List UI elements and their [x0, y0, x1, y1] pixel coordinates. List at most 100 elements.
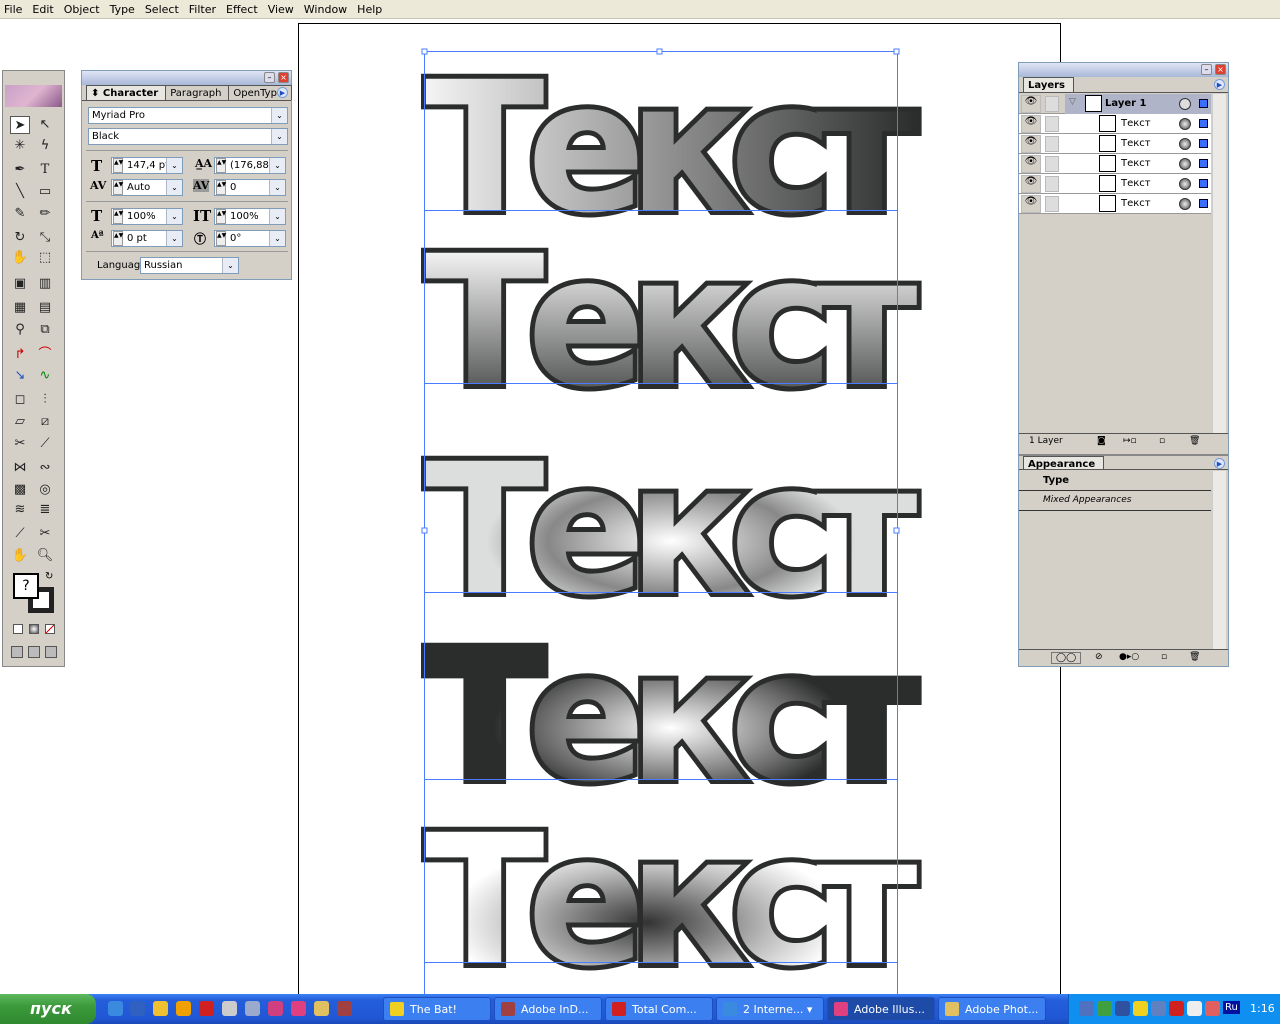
scale-tool[interactable]: ⤡: [35, 229, 55, 247]
sublayer-row[interactable]: 👁︎ Текст: [1019, 134, 1211, 154]
tray-icon[interactable]: [1079, 1001, 1094, 1016]
wrinkle-tool[interactable]: ≋: [10, 501, 30, 519]
lock-toggle[interactable]: [1045, 136, 1059, 152]
task-indesign[interactable]: Adobe InD...: [494, 997, 602, 1021]
visibility-eye-icon[interactable]: 👁︎: [1021, 115, 1041, 133]
selection-color-indicator[interactable]: [1199, 139, 1208, 148]
scissors-tool[interactable]: ✂: [35, 525, 55, 543]
new-sublayer-icon[interactable]: ↦▫: [1123, 436, 1137, 446]
layer-row[interactable]: 👁︎ ▽ Layer 1: [1019, 94, 1211, 114]
shear-tool[interactable]: ▱: [10, 413, 30, 431]
tray-icon[interactable]: [1133, 1001, 1148, 1016]
lasso-tool[interactable]: ϟ: [35, 137, 55, 155]
font-style-select[interactable]: Black ⌄: [88, 128, 288, 145]
language-select[interactable]: Russian ⌄: [140, 257, 239, 274]
line-tool[interactable]: ╲: [10, 183, 30, 201]
lock-toggle[interactable]: [1045, 176, 1059, 192]
knife-tool[interactable]: ⟋: [35, 435, 55, 453]
selection-color-indicator[interactable]: [1199, 179, 1208, 188]
object-name[interactable]: Текст: [1121, 178, 1151, 189]
tab-appearance[interactable]: Appearance: [1023, 456, 1105, 470]
slice-tool[interactable]: ⫶: [35, 391, 55, 409]
delete-layer-icon[interactable]: 🗑︎: [1189, 436, 1200, 446]
tray-icon[interactable]: [1187, 1001, 1202, 1016]
task-internet-explorer[interactable]: 2 Interne... ▾: [716, 997, 824, 1021]
type-tool[interactable]: T: [35, 161, 55, 179]
object-name[interactable]: Текст: [1121, 198, 1151, 209]
selection-color-indicator[interactable]: [1199, 99, 1208, 108]
tab-layers[interactable]: Layers: [1023, 77, 1074, 92]
font-family-select[interactable]: Myriad Pro ⌄: [88, 107, 288, 124]
appearance-mixed[interactable]: Mixed Appearances: [1019, 491, 1211, 511]
tray-icon[interactable]: [1205, 1001, 1220, 1016]
paint-quicklaunch-icon[interactable]: [153, 1001, 168, 1016]
visibility-eye-icon[interactable]: 👁︎: [1021, 175, 1041, 193]
lock-toggle[interactable]: [1045, 96, 1059, 112]
graph-tool[interactable]: ▥: [35, 275, 55, 293]
horizontal-scale-field[interactable]: ▲▼ 100% ⌄: [111, 208, 183, 225]
gradient-mode-button[interactable]: [29, 624, 39, 634]
tray-icon[interactable]: [1097, 1001, 1112, 1016]
reflect-tool[interactable]: ⧄: [35, 413, 55, 431]
make-clipping-mask-icon[interactable]: ◙: [1097, 436, 1106, 446]
close-icon[interactable]: ×: [1215, 64, 1226, 75]
direct-selection-tool[interactable]: ↖: [35, 116, 55, 134]
minimize-icon[interactable]: –: [1201, 64, 1212, 75]
knife-cut-tool[interactable]: ⟋: [10, 525, 30, 543]
network-quicklaunch-icon[interactable]: [130, 1001, 145, 1016]
sublayer-row[interactable]: 👁︎ Текст: [1019, 154, 1211, 174]
panel-menu-icon[interactable]: ▶: [1214, 458, 1225, 469]
paintbrush-tool[interactable]: ✎: [10, 205, 30, 223]
blend-tool[interactable]: ⧉: [35, 321, 55, 339]
mesh-tool[interactable]: ▦: [10, 299, 30, 317]
expand-triangle-icon[interactable]: ▽: [1069, 97, 1076, 107]
sublayer-row[interactable]: 👁︎ Текст: [1019, 194, 1211, 214]
rotate-tool[interactable]: ↻: [10, 229, 30, 247]
delete-item-icon[interactable]: 🗑︎: [1189, 652, 1200, 662]
grid-tool[interactable]: ▩: [10, 481, 30, 499]
text-object-3[interactable]: Текст: [420, 421, 940, 640]
text-object-2[interactable]: Текст: [420, 213, 940, 432]
language-indicator[interactable]: Ru: [1223, 1001, 1240, 1014]
scanner-quicklaunch-icon[interactable]: [222, 1001, 237, 1016]
object-name[interactable]: Текст: [1121, 138, 1151, 149]
vertical-scale-field[interactable]: ▲▼ 100% ⌄: [214, 208, 286, 225]
scissors-tool-alt[interactable]: ✂: [10, 435, 30, 453]
sublayer-row[interactable]: 👁︎ Текст: [1019, 174, 1211, 194]
totalcmd-quicklaunch-icon[interactable]: [199, 1001, 214, 1016]
selection-color-indicator[interactable]: [1199, 119, 1208, 128]
pen-tool[interactable]: ✒: [10, 161, 30, 179]
object-name[interactable]: Текст: [1121, 158, 1151, 169]
tracking-field[interactable]: ▲▼ 0 ⌄: [214, 179, 286, 196]
target-icon[interactable]: [1179, 118, 1191, 130]
tab-paragraph[interactable]: Paragraph: [165, 85, 231, 100]
clear-appearance-icon[interactable]: ⊘: [1095, 652, 1103, 662]
leading-field[interactable]: ▲▼ (176,88 p ⌄: [214, 157, 286, 174]
ie-quicklaunch-icon[interactable]: [108, 1001, 123, 1016]
none-mode-button[interactable]: [45, 624, 55, 634]
text-object-4[interactable]: Текст: [420, 608, 940, 827]
selection-color-indicator[interactable]: [1199, 159, 1208, 168]
target-icon[interactable]: [1179, 98, 1191, 110]
task-photoshop[interactable]: Adobe Phot...: [938, 997, 1046, 1021]
visibility-eye-icon[interactable]: 👁︎: [1021, 135, 1041, 153]
kerning-field[interactable]: ▲▼ Auto ⌄: [111, 179, 183, 196]
free-transform-tool[interactable]: ⬚: [35, 249, 55, 267]
tab-character[interactable]: ⬍ Character: [86, 85, 168, 100]
media-quicklaunch-icon[interactable]: [176, 1001, 191, 1016]
zoom-tool[interactable]: 🔍︎: [35, 547, 55, 565]
task-illustrator[interactable]: Adobe Illus...: [827, 997, 935, 1021]
reduce-basic-appearance-icon[interactable]: ●▸○: [1119, 652, 1139, 662]
fill-swatch[interactable]: ?: [13, 573, 39, 599]
envelope-tool[interactable]: ⋈: [10, 459, 30, 477]
illustrator-quicklaunch-icon[interactable]: [291, 1001, 306, 1016]
new-art-basic-appearance-icon[interactable]: ◯◯: [1051, 652, 1082, 664]
visibility-eye-icon[interactable]: 👁︎: [1021, 155, 1041, 173]
hand-tool[interactable]: ✋: [10, 547, 30, 565]
close-icon[interactable]: ×: [278, 72, 289, 83]
convert-anchor-tool[interactable]: ↘: [10, 367, 30, 385]
pen-quicklaunch-icon[interactable]: [245, 1001, 260, 1016]
color-mode-button[interactable]: [13, 624, 23, 634]
warp-tool[interactable]: ✋: [10, 249, 30, 267]
smooth-tool[interactable]: ∿: [35, 367, 55, 385]
